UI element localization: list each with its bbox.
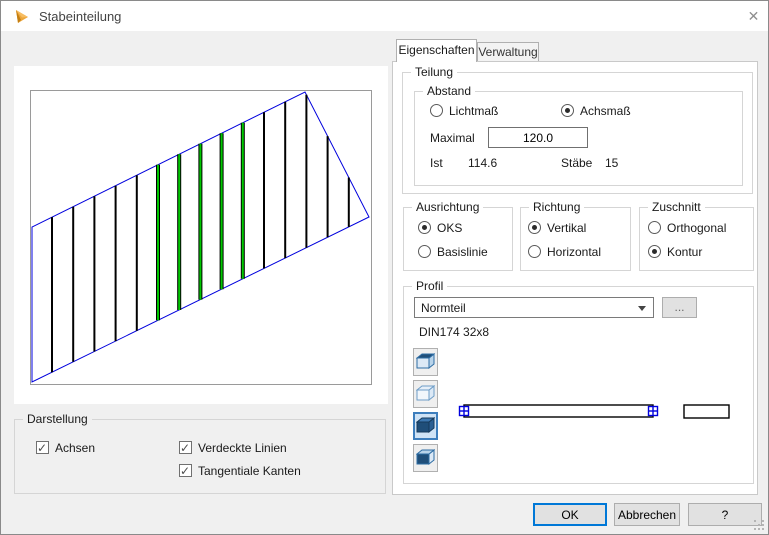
profil-combobox[interactable]: Normteil: [414, 297, 654, 318]
ist-label: Ist: [430, 156, 443, 170]
orthogonal-radio[interactable]: [648, 221, 661, 234]
achsen-label: Achsen: [55, 441, 96, 455]
richtung-group-label: Richtung: [529, 200, 585, 214]
staebe-value: 15: [605, 156, 619, 170]
section-side-view: [683, 404, 730, 419]
stabeinteilung-dialog: Stabeinteilung ✕ Darstellung Achsen Verd…: [0, 0, 769, 535]
preview-drawing: [31, 91, 370, 383]
app-logo-icon: [16, 10, 28, 23]
oks-radio[interactable]: [418, 221, 431, 234]
cancel-button[interactable]: Abbrechen: [614, 503, 680, 526]
achsen-checkbox[interactable]: [36, 441, 49, 455]
ausrichtung-group: Ausrichtung: [403, 200, 513, 271]
achsmass-radio[interactable]: [561, 104, 574, 117]
vertikal-radio[interactable]: [528, 221, 541, 234]
right-grip-handle: [647, 405, 659, 417]
oks-label: OKS: [437, 221, 463, 235]
horizontal-label: Horizontal: [547, 245, 602, 259]
help-button[interactable]: ?: [688, 503, 762, 526]
profile-name-label: DIN174 32x8: [419, 325, 490, 339]
teilung-group-label: Teilung: [411, 65, 458, 79]
title-bar: Stabeinteilung ✕: [1, 1, 768, 31]
view-top-button[interactable]: [413, 348, 438, 376]
profile-section-drawing: [458, 404, 730, 419]
vertikal-label: Vertikal: [547, 221, 587, 235]
resize-grip[interactable]: [754, 520, 766, 532]
lichtmass-label: Lichtmaß: [449, 104, 499, 118]
verdeckte-linien-label: Verdeckte Linien: [198, 441, 287, 455]
basislinie-label: Basislinie: [437, 245, 488, 259]
preview-canvas: [30, 90, 372, 385]
left-grip-handle: [458, 405, 470, 417]
ausrichtung-group-label: Ausrichtung: [412, 200, 484, 214]
profil-group-label: Profil: [412, 279, 448, 293]
view-shaded-button[interactable]: [413, 444, 438, 472]
cube-shaded-icon: [416, 448, 435, 466]
close-icon[interactable]: ✕: [738, 1, 768, 31]
profil-browse-button[interactable]: ...: [662, 297, 697, 318]
achsmass-label: Achsmaß: [580, 104, 631, 118]
tangentiale-kanten-label: Tangentiale Kanten: [198, 464, 301, 478]
orthogonal-label: Orthogonal: [667, 221, 727, 235]
lichtmass-radio[interactable]: [430, 104, 443, 117]
tangentiale-kanten-checkbox[interactable]: [179, 464, 192, 478]
kontur-radio[interactable]: [648, 245, 661, 258]
abstand-group-label: Abstand: [423, 84, 476, 98]
maximal-input[interactable]: [488, 127, 588, 148]
window-title: Stabeinteilung: [39, 9, 122, 24]
cube-top-face-icon: [416, 352, 435, 370]
basislinie-radio[interactable]: [418, 245, 431, 258]
darstellung-group-label: Darstellung: [23, 412, 92, 426]
view-solid-button[interactable]: [413, 412, 438, 440]
zuschnitt-group: Zuschnitt: [639, 200, 754, 271]
zuschnitt-group-label: Zuschnitt: [648, 200, 705, 214]
ist-value: 114.6: [468, 156, 498, 170]
ok-button[interactable]: OK: [533, 503, 607, 526]
cube-solid-icon: [416, 416, 435, 434]
darstellung-group: Darstellung: [14, 412, 386, 494]
profil-combobox-value: Normteil: [421, 301, 466, 315]
staebe-label: Stäbe: [561, 156, 593, 170]
tab-verwaltung[interactable]: Verwaltung: [477, 42, 539, 61]
horizontal-radio[interactable]: [528, 245, 541, 258]
maximal-label: Maximal: [430, 131, 475, 145]
tab-eigenschaften[interactable]: Eigenschaften: [396, 39, 477, 62]
chevron-down-icon: [638, 306, 646, 311]
view-wireframe-button[interactable]: [413, 380, 438, 408]
verdeckte-linien-checkbox[interactable]: [179, 441, 192, 455]
richtung-group: Richtung: [520, 200, 631, 271]
cube-wireframe-icon: [416, 384, 435, 402]
kontur-label: Kontur: [667, 245, 703, 259]
